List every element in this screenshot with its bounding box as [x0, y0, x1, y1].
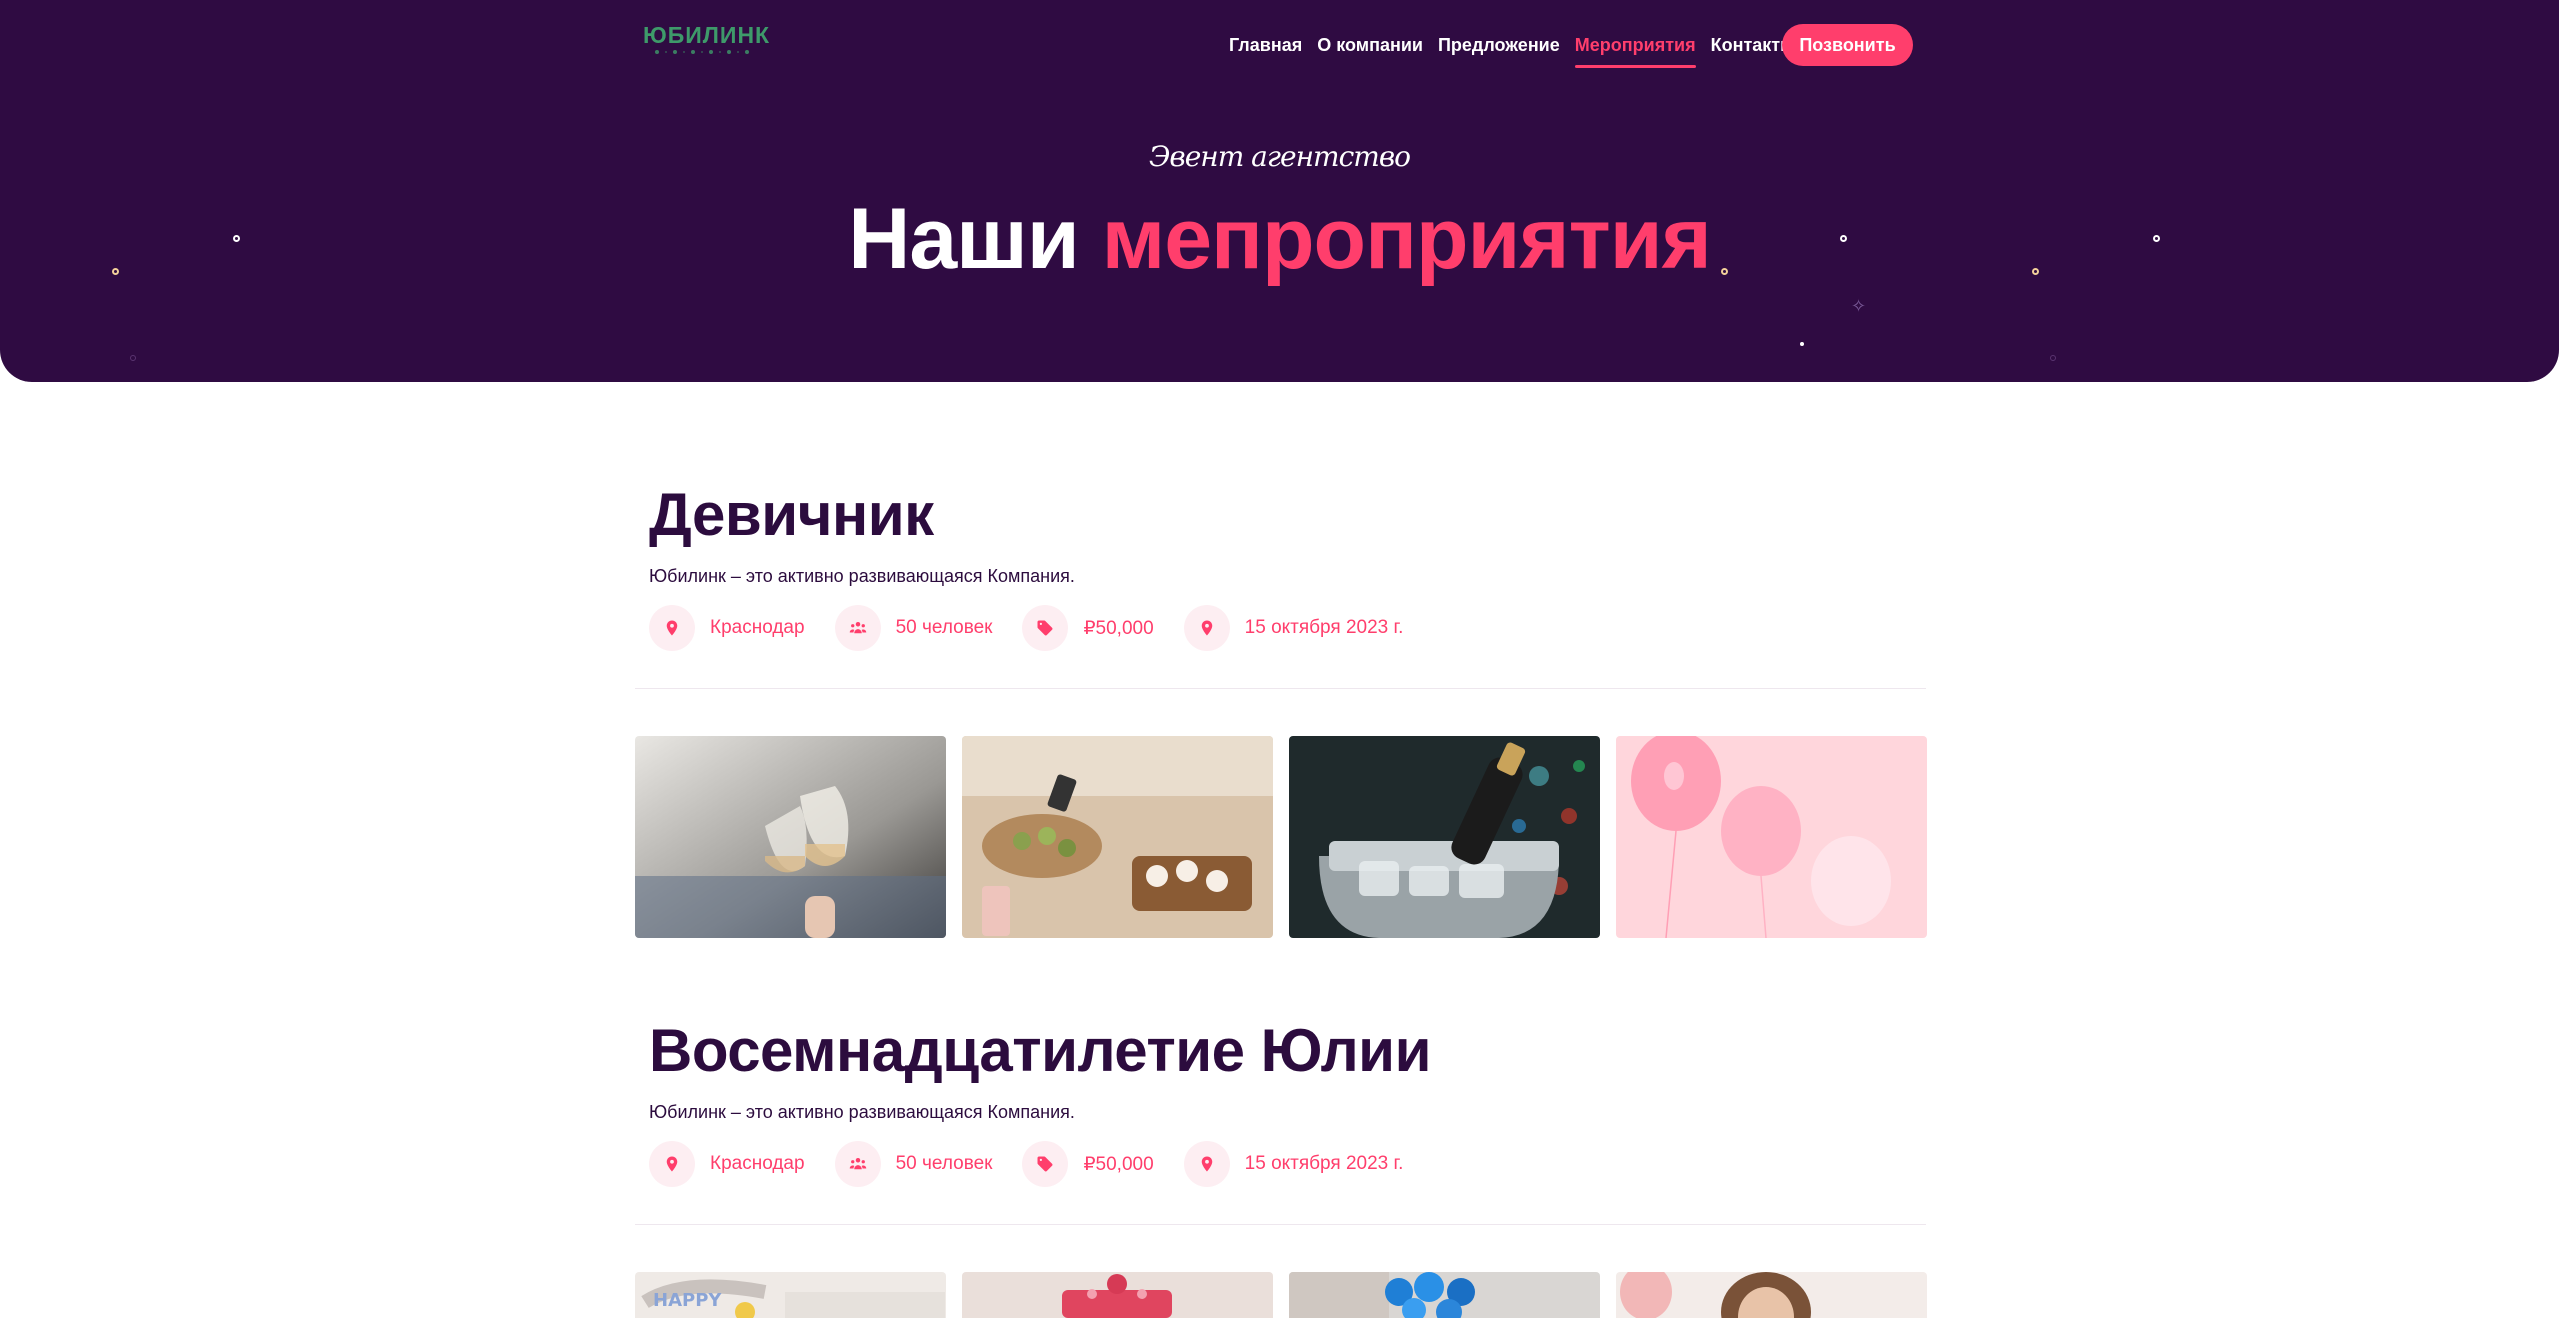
svg-text:HAPPY: HAPPY [653, 1290, 722, 1311]
event-date: 15 октября 2023 г. [1244, 1153, 1404, 1174]
decor-ring [233, 235, 240, 242]
event-meta-price: ₽50,000 [1022, 605, 1154, 651]
decor-ring [1840, 235, 1847, 242]
blue-balloons-photo[interactable] [1289, 1272, 1600, 1318]
call-button[interactable]: Позвонить [1782, 24, 1913, 66]
hero-subtitle: Эвент агентство [1149, 140, 1411, 173]
people-icon [834, 1141, 881, 1187]
event-meta-guests: 50 человек [834, 1141, 993, 1187]
people-icon [834, 605, 881, 651]
event-city: Краснодар [710, 617, 805, 638]
smiling-woman-photo[interactable] [1616, 1272, 1927, 1318]
pink-cake-photo[interactable] [962, 1272, 1273, 1318]
nav-link-offer[interactable]: Предложение [1438, 32, 1560, 70]
nav-link-about[interactable]: О компании [1317, 32, 1423, 70]
main-nav: Главная О компании Предложение Мероприят… [1229, 32, 1810, 70]
price-tag-icon [1022, 1141, 1069, 1187]
decor-ring [2153, 235, 2160, 242]
event-title: Восемнадцатилетие Юлии [649, 1017, 1431, 1084]
location-pin-icon [1183, 605, 1230, 651]
location-pin-icon [649, 1141, 695, 1187]
decor-dot [1800, 342, 1804, 346]
event-description: Юбилинк – это активно развивающаяся Комп… [649, 1102, 1075, 1122]
decor-ring [2050, 355, 2056, 361]
event-title: Девичник [649, 481, 934, 548]
happy-birthday-decor-photo[interactable]: HAPPY [635, 1272, 946, 1318]
page-title-accent: мепроприятия [1101, 191, 1712, 287]
event-meta-price: ₽50,000 [1022, 1141, 1154, 1187]
section-divider [635, 1224, 1926, 1225]
event-meta-date: 15 октября 2023 г. [1183, 1141, 1404, 1187]
nav-link-home[interactable]: Главная [1229, 32, 1302, 70]
nav-link-events[interactable]: Мероприятия [1574, 32, 1696, 70]
wine-glasses-toast-photo[interactable] [635, 736, 946, 938]
event-meta-city: Краснодар [649, 605, 805, 651]
event-meta-date: 15 октября 2023 г. [1183, 605, 1404, 651]
site-logo[interactable]: ЮБИЛИНК [643, 22, 777, 56]
event-meta-guests: 50 человек [834, 605, 993, 651]
event-gallery [635, 736, 1927, 938]
hero-header: ЮБИЛИНК Главная О компании Предложение М… [0, 0, 2559, 382]
price-tag-icon [1022, 605, 1069, 651]
logo-dots-decoration [655, 49, 765, 55]
logo-text: ЮБИЛИНК [643, 22, 771, 48]
event-price: ₽50,000 [1083, 617, 1154, 639]
event-guests: 50 человек [895, 1153, 993, 1174]
decor-ring [2032, 268, 2039, 275]
sparkle-icon: ✧ [1851, 296, 1867, 316]
section-divider [635, 688, 1926, 689]
event-description: Юбилинк – это активно развивающаяся Комп… [649, 566, 1075, 586]
event-meta-row: Краснодар 50 человек ₽50,000 15 октября … [649, 605, 1433, 651]
event-price: ₽50,000 [1083, 1153, 1154, 1175]
party-snacks-table-photo[interactable] [962, 736, 1273, 938]
decor-ring [112, 268, 119, 275]
event-gallery: HAPPY [635, 1272, 1927, 1318]
champagne-ice-bucket-photo[interactable] [1289, 736, 1600, 938]
location-pin-icon [1183, 1141, 1230, 1187]
event-meta-row: Краснодар 50 человек ₽50,000 15 октября … [649, 1141, 1433, 1187]
page-title: Наши мепроприятия [0, 196, 2559, 282]
event-date: 15 октября 2023 г. [1244, 617, 1404, 638]
event-guests: 50 человек [895, 617, 993, 638]
decor-ring [1721, 268, 1728, 275]
page-title-main: Наши [848, 191, 1079, 287]
event-city: Краснодар [710, 1153, 805, 1174]
location-pin-icon [649, 605, 695, 651]
event-meta-city: Краснодар [649, 1141, 805, 1187]
pink-balloons-photo[interactable] [1616, 736, 1927, 938]
decor-ring [130, 355, 136, 361]
